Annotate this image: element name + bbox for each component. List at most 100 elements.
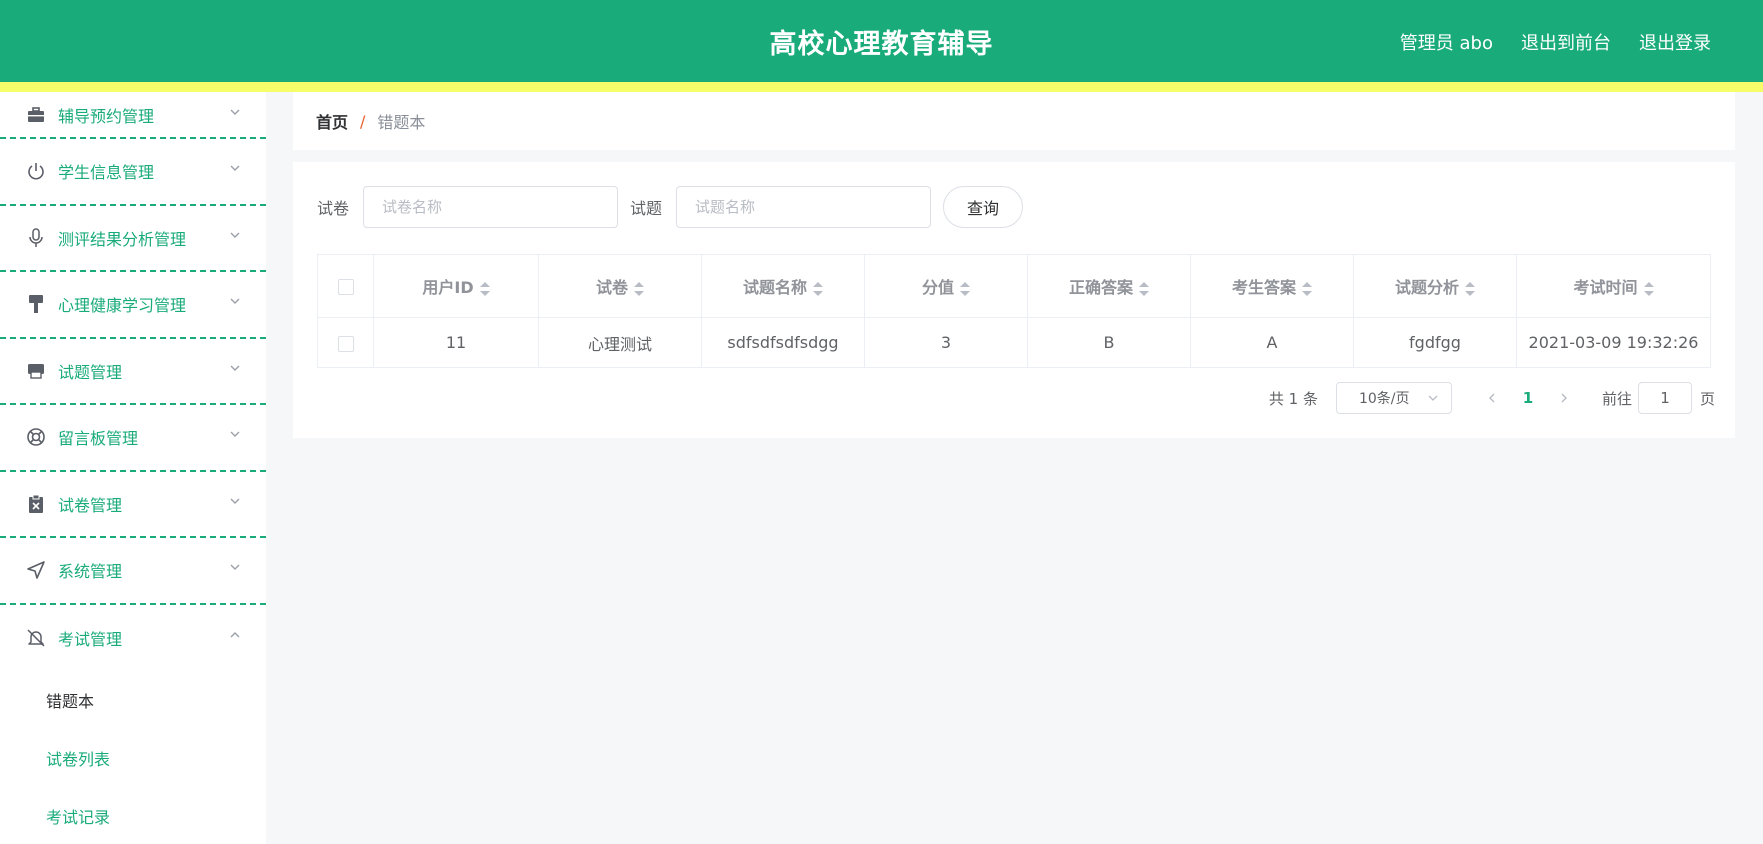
cell-paper: 心理测试 xyxy=(538,317,702,368)
submenu-item-exam-records[interactable]: 考试记录 xyxy=(0,787,266,844)
question-search-label: 试题 xyxy=(630,199,663,218)
chevron-left-icon xyxy=(1488,393,1495,403)
sidebar-item-label: 系统管理 xyxy=(58,562,123,582)
page-number-current[interactable]: 1 xyxy=(1510,382,1546,414)
sort-icon[interactable] xyxy=(634,281,644,297)
breadcrumb-separator: / xyxy=(360,111,366,131)
main-content-card: 试卷 试题 查询 用户ID 试卷 试题名称 分值 正确答案 考生答案 试题分析 … xyxy=(293,162,1735,438)
sort-icon[interactable] xyxy=(1465,281,1475,297)
submenu-item-wrong-questions[interactable]: 错题本 xyxy=(0,671,266,729)
cell-score: 3 xyxy=(864,317,1028,368)
breadcrumb-home[interactable]: 首页 xyxy=(316,109,348,133)
sidebar-item-label: 辅导预约管理 xyxy=(58,106,155,126)
column-header-question-name[interactable]: 试题名称 xyxy=(701,254,865,318)
jump-to-label: 前往 xyxy=(1601,389,1632,408)
chevron-down-icon xyxy=(230,109,240,115)
clipboard-x-icon xyxy=(26,494,46,514)
query-button[interactable]: 查询 xyxy=(943,186,1024,228)
chevron-down-icon xyxy=(230,431,240,438)
admin-user-label[interactable]: 管理员 abo xyxy=(1400,29,1493,55)
page-size-value: 10条/页 xyxy=(1358,391,1410,407)
chevron-down-icon xyxy=(1428,395,1438,401)
sort-icon[interactable] xyxy=(1643,281,1654,297)
cell-user-id: 11 xyxy=(373,317,539,368)
sort-icon[interactable] xyxy=(1139,281,1149,297)
cell-analysis: fgdfgg xyxy=(1353,317,1517,368)
wrong-questions-table: 用户ID 试卷 试题名称 分值 正确答案 考生答案 试题分析 考试时间 11 心… xyxy=(317,254,1711,368)
sidebar-item-paper-management[interactable]: 试卷管理 xyxy=(0,472,266,538)
column-header-paper[interactable]: 试卷 xyxy=(538,254,702,318)
cell-exam-time: 2021-03-09 19:32:26 xyxy=(1516,317,1711,368)
page-size-select[interactable]: 10条/页 xyxy=(1335,382,1452,414)
column-header-exam-time[interactable]: 考试时间 xyxy=(1516,254,1711,318)
lifebuoy-icon xyxy=(26,427,46,447)
chevron-down-icon xyxy=(230,298,240,305)
header-links: 管理员 abo 退出到前台 退出登录 xyxy=(1400,29,1711,55)
chevron-down-icon xyxy=(230,232,240,238)
pagination: 共 1 条 10条/页 1 前往 页 xyxy=(1269,382,1715,414)
select-all-cell xyxy=(317,254,374,318)
breadcrumb: 首页 / 错题本 xyxy=(293,92,1735,150)
chevron-right-icon xyxy=(1561,393,1567,403)
chevron-down-icon xyxy=(230,498,240,504)
select-all-checkbox[interactable] xyxy=(337,279,354,295)
search-form: 试卷 试题 查询 xyxy=(317,186,1024,228)
sidebar-item-exam-management[interactable]: 考试管理 xyxy=(0,605,266,672)
table-header-row: 用户ID 试卷 试题名称 分值 正确答案 考生答案 试题分析 考试时间 xyxy=(317,254,1711,318)
column-header-user-id[interactable]: 用户ID xyxy=(373,254,539,318)
printer-icon xyxy=(26,361,46,381)
sidebar-item-label: 试卷管理 xyxy=(58,495,123,515)
sidebar-item-label: 学生信息管理 xyxy=(58,163,155,183)
sidebar-item-assessment-analysis[interactable]: 测评结果分析管理 xyxy=(0,206,266,272)
sidebar-item-label: 试题管理 xyxy=(58,362,123,382)
cell-student-answer: A xyxy=(1190,317,1354,368)
exam-submenu: 错题本 试卷列表 考试记录 xyxy=(0,671,266,844)
submenu-item-paper-list[interactable]: 试卷列表 xyxy=(0,729,266,787)
cell-correct-answer: B xyxy=(1027,317,1191,368)
sidebar-item-label: 留言板管理 xyxy=(58,429,139,449)
sidebar-item-label: 考试管理 xyxy=(58,629,123,649)
table-row: 11 心理测试 sdfsdfsdfsdgg 3 B A fgdfgg 2021-… xyxy=(317,317,1711,368)
prev-page-button[interactable] xyxy=(1474,382,1510,414)
column-header-student-answer[interactable]: 考生答案 xyxy=(1190,254,1354,318)
column-header-analysis[interactable]: 试题分析 xyxy=(1353,254,1517,318)
jump-page-input[interactable] xyxy=(1637,382,1692,414)
logout-link[interactable]: 退出登录 xyxy=(1639,29,1711,55)
briefcase-icon xyxy=(26,105,46,125)
jump-page-unit: 页 xyxy=(1699,389,1715,408)
header-accent-bar xyxy=(0,82,1763,92)
sort-icon[interactable] xyxy=(479,281,490,297)
sidebar-item-message-board[interactable]: 留言板管理 xyxy=(0,405,266,472)
brush-icon xyxy=(26,294,46,314)
chevron-down-icon xyxy=(230,564,240,571)
chevron-up-icon xyxy=(230,631,240,638)
question-search-input[interactable] xyxy=(676,186,932,228)
column-header-correct-answer[interactable]: 正确答案 xyxy=(1027,254,1191,318)
breadcrumb-current: 错题本 xyxy=(377,113,426,132)
cell-question-name: sdfsdfsdfsdgg xyxy=(701,317,865,368)
chevron-down-icon xyxy=(230,365,240,371)
paper-search-input[interactable] xyxy=(363,186,619,228)
sidebar-item-counseling-appointment[interactable]: 辅导预约管理 xyxy=(0,92,266,139)
sort-icon[interactable] xyxy=(813,281,823,297)
next-page-button[interactable] xyxy=(1546,382,1582,414)
sidebar-item-system-management[interactable]: 系统管理 xyxy=(0,538,266,605)
top-header: 高校心理教育辅导 管理员 abo 退出到前台 退出登录 xyxy=(0,0,1763,82)
sidebar-item-mental-health-learning[interactable]: 心理健康学习管理 xyxy=(0,272,266,339)
column-header-score[interactable]: 分值 xyxy=(864,254,1028,318)
exit-to-front-link[interactable]: 退出到前台 xyxy=(1521,29,1611,55)
sidebar: 辅导预约管理 学生信息管理 测评结果分析管理 心理健康学习管理 试题管理 留言板 xyxy=(0,92,266,844)
sidebar-item-question-management[interactable]: 试题管理 xyxy=(0,339,266,405)
sidebar-item-label: 测评结果分析管理 xyxy=(58,229,187,249)
chevron-down-icon xyxy=(230,165,240,172)
sidebar-item-student-info[interactable]: 学生信息管理 xyxy=(0,139,266,206)
paper-search-label: 试卷 xyxy=(317,199,350,218)
sort-icon[interactable] xyxy=(960,281,970,297)
row-select-cell xyxy=(317,317,374,368)
row-checkbox[interactable] xyxy=(337,335,354,352)
sidebar-item-label: 心理健康学习管理 xyxy=(58,296,187,316)
power-icon xyxy=(26,161,46,181)
pagination-total: 共 1 条 xyxy=(1268,389,1318,408)
microphone-icon xyxy=(26,228,46,248)
sort-icon[interactable] xyxy=(1302,281,1312,297)
